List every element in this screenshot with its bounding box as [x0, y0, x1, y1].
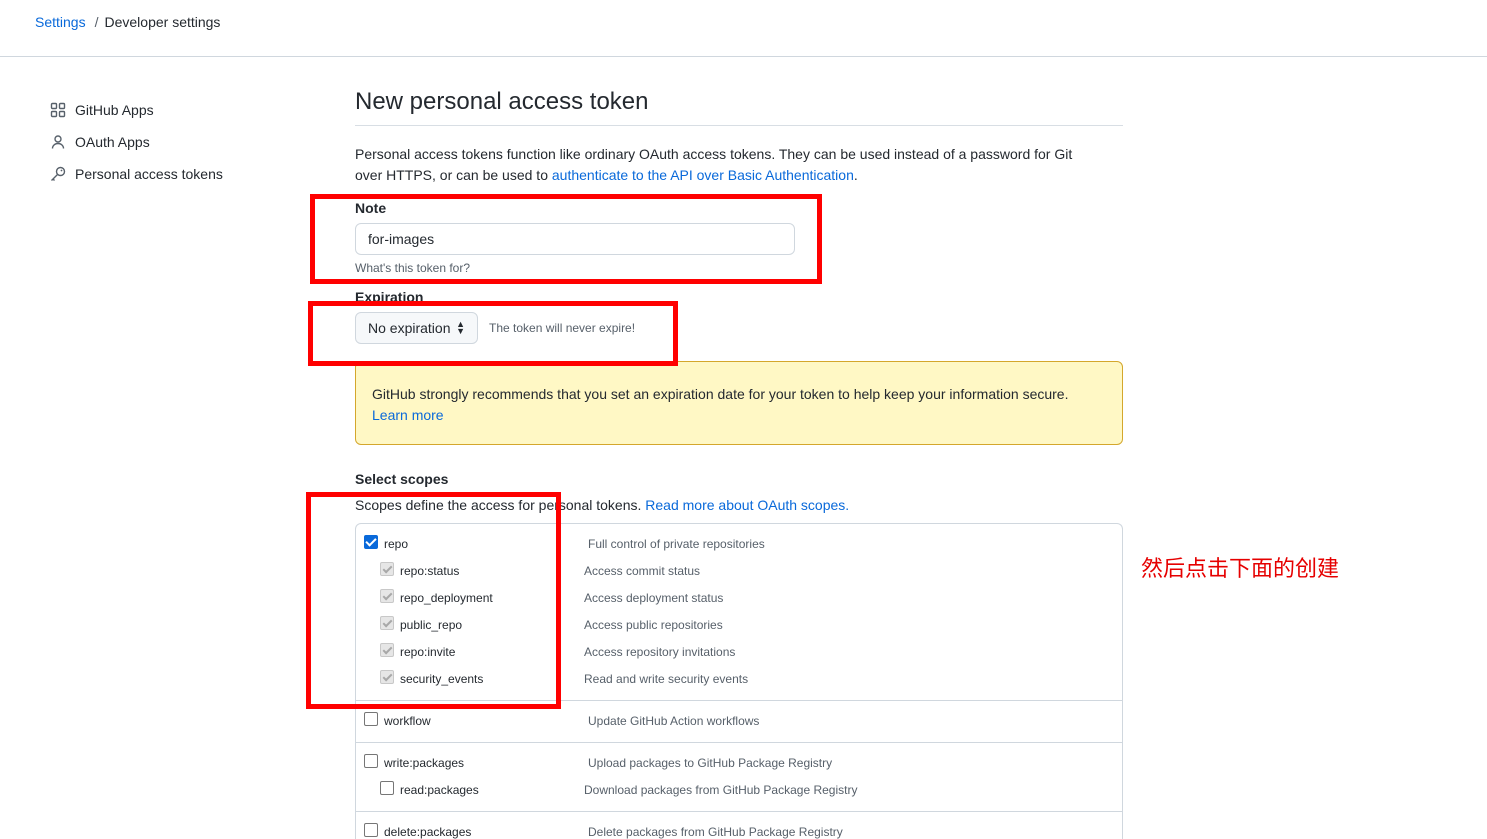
scope-checkbox-write-packages[interactable] [364, 754, 378, 768]
expiration-label: Expiration [355, 289, 424, 305]
expiration-selected-value: No expiration [368, 320, 451, 336]
page-title: New personal access token [355, 88, 649, 115]
scope-checkbox-repo[interactable] [364, 535, 378, 549]
select-scopes-label: Select scopes [355, 471, 449, 487]
scope-name: public_repo [400, 618, 463, 632]
title-divider [355, 125, 1123, 126]
flash-text: GitHub strongly recommends that you set … [372, 386, 1069, 402]
note-label: Note [355, 200, 387, 216]
scope-row-repo-invite[interactable]: repo:invite Access repository invitation… [356, 640, 1122, 667]
scope-desc: Download packages from GitHub Package Re… [584, 783, 858, 797]
scope-checkbox-read-packages[interactable] [380, 781, 394, 795]
breadcrumb-current: Developer settings [104, 14, 221, 30]
scope-row-repo[interactable]: repo Full control of private repositorie… [356, 532, 1122, 559]
scope-row-repo-status[interactable]: repo:status Access commit status [356, 559, 1122, 586]
scope-desc: Delete packages from GitHub Package Regi… [588, 825, 843, 839]
scope-row-security-events[interactable]: security_events Read and write security … [356, 667, 1122, 694]
scope-checkbox-public-repo[interactable] [380, 616, 394, 630]
scope-checkbox-repo-invite[interactable] [380, 643, 394, 657]
scope-desc: Upload packages to GitHub Package Regist… [588, 756, 833, 770]
scope-row-read-packages[interactable]: read:packages Download packages from Git… [356, 778, 1122, 805]
scopes-description: Scopes define the access for personal to… [355, 497, 1123, 513]
scope-name: workflow [384, 714, 431, 728]
scope-name: repo [384, 537, 409, 551]
scopes-list: repo Full control of private repositorie… [355, 523, 1123, 839]
expiration-warning-flash: GitHub strongly recommends that you set … [355, 361, 1123, 445]
scope-name: read:packages [400, 783, 479, 797]
scope-desc: Full control of private repositories [588, 537, 765, 551]
sidebar-item-label: Personal access tokens [75, 166, 223, 182]
annotation-text: 然后点击下面的创建 [1141, 557, 1340, 582]
scope-group-repo: repo Full control of private repositorie… [356, 524, 1122, 701]
intro-text-end: . [853, 167, 858, 183]
scope-desc: Access deployment status [584, 591, 724, 605]
sidebar-item-personal-access-tokens[interactable]: Personal access tokens [50, 158, 290, 190]
breadcrumb-settings-link[interactable]: Settings [35, 14, 86, 30]
sidebar-item-github-apps[interactable]: GitHub Apps [50, 94, 290, 126]
note-input[interactable] [355, 223, 795, 255]
scope-row-public-repo[interactable]: public_repo Access public repositories [356, 613, 1122, 640]
scope-desc: Access repository invitations [584, 645, 736, 659]
top-bar: Settings / Developer settings [0, 0, 1487, 57]
scope-name: write:packages [384, 756, 465, 770]
expiration-row: No expiration ▲ ▼ The token will never ex… [355, 312, 1123, 344]
scope-row-write-packages[interactable]: write:packages Upload packages to GitHub… [356, 751, 1122, 778]
breadcrumb: Settings / Developer settings [35, 14, 220, 30]
scope-checkbox-security-events[interactable] [380, 670, 394, 684]
scope-group-delete-packages: delete:packages Delete packages from Git… [356, 812, 1122, 839]
scope-name: delete:packages [384, 825, 472, 839]
scope-desc: Access commit status [584, 564, 701, 578]
select-arrows-icon: ▲ ▼ [456, 319, 465, 336]
oauth-scopes-link[interactable]: Read more about OAuth scopes. [645, 497, 849, 513]
sidebar-item-label: OAuth Apps [75, 134, 150, 150]
scope-group-write-packages: write:packages Upload packages to GitHub… [356, 743, 1122, 812]
sidebar-item-oauth-apps[interactable]: OAuth Apps [50, 126, 290, 158]
scope-checkbox-delete-packages[interactable] [364, 823, 378, 837]
sidebar-item-label: GitHub Apps [75, 102, 154, 118]
scope-name: repo_deployment [400, 591, 493, 605]
person-icon [50, 134, 66, 150]
note-help-text: What's this token for? [355, 261, 471, 275]
apps-grid-icon [50, 102, 66, 118]
scope-desc: Update GitHub Action workflows [588, 714, 760, 728]
main-content: New personal access token Personal acces… [355, 86, 1123, 839]
scope-row-workflow[interactable]: workflow Update GitHub Action workflows [356, 709, 1122, 736]
scope-row-repo-deployment[interactable]: repo_deployment Access deployment status [356, 586, 1122, 613]
scope-name: security_events [400, 672, 484, 686]
breadcrumb-separator: / [94, 14, 99, 30]
scope-checkbox-repo-deployment[interactable] [380, 589, 394, 603]
scopes-description-text: Scopes define the access for personal to… [355, 497, 646, 513]
scope-row-delete-packages[interactable]: delete:packages Delete packages from Git… [356, 820, 1122, 839]
basic-auth-link[interactable]: authenticate to the API over Basic Authe… [552, 167, 854, 183]
scope-group-workflow: workflow Update GitHub Action workflows [356, 701, 1122, 743]
expiration-select[interactable]: No expiration ▲ ▼ [355, 312, 478, 344]
intro-text: Personal access tokens function like ord… [355, 144, 1100, 186]
expiration-note: The token will never expire! [489, 321, 636, 335]
learn-more-link[interactable]: Learn more [372, 407, 444, 423]
scope-checkbox-workflow[interactable] [364, 712, 378, 726]
scope-name: repo:invite [400, 645, 456, 659]
scope-name: repo:status [400, 564, 460, 578]
scope-desc: Access public repositories [584, 618, 723, 632]
developer-settings-sidebar: GitHub Apps OAuth Apps Personal access t… [50, 94, 290, 190]
scope-desc: Read and write security events [584, 672, 749, 686]
key-icon [50, 166, 66, 182]
scope-checkbox-repo-status[interactable] [380, 562, 394, 576]
